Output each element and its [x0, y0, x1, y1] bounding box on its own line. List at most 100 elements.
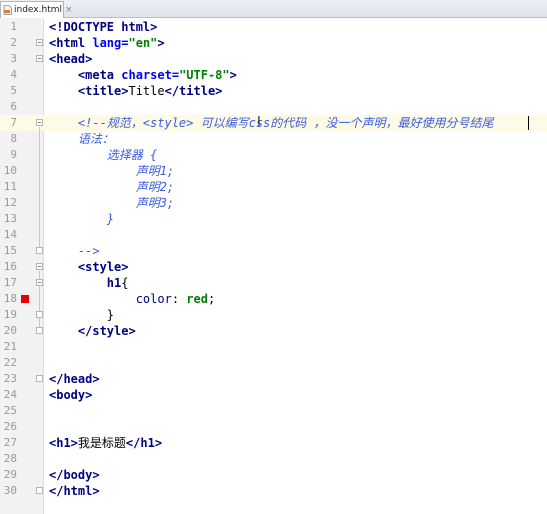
code-line[interactable]: <head> — [49, 51, 92, 67]
fold-toggle-icon[interactable] — [36, 39, 43, 46]
line-number: 13 — [3, 212, 17, 225]
line-number: 15 — [3, 244, 17, 257]
code-token-cmt: 声明2; — [135, 180, 175, 194]
line-number: 19 — [3, 308, 17, 321]
code-token-cmt: } — [106, 212, 115, 226]
tab-index-html[interactable]: index.html × — [0, 1, 73, 18]
line-number: 12 — [3, 196, 17, 209]
fold-toggle-icon[interactable] — [36, 119, 43, 126]
code-line[interactable]: h1{ — [49, 275, 129, 291]
code-line[interactable]: } — [49, 307, 114, 323]
code-line[interactable]: <body> — [49, 387, 92, 403]
line-number: 30 — [3, 484, 17, 497]
line-number: 3 — [10, 52, 17, 65]
code-token-plain: 我是标题 — [77, 436, 126, 450]
code-token-tag: </body> — [49, 468, 100, 482]
line-number: 23 — [3, 372, 17, 385]
code-token-plain: ; — [207, 292, 216, 306]
fold-toggle-icon[interactable] — [36, 279, 43, 286]
code-line[interactable]: --> — [49, 243, 100, 259]
code-line[interactable]: </body> — [49, 467, 100, 483]
code-token-val: red — [186, 292, 208, 306]
code-token-attr: lang= — [92, 36, 129, 50]
fold-guide-line — [39, 127, 40, 247]
code-line[interactable]: <meta charset="UTF-8"> — [49, 67, 237, 83]
line-number: 17 — [3, 276, 17, 289]
code-token-cmt: <!--规范，<style> 可以编写css的代码 ，没一个声明，最好使用分号结… — [77, 116, 494, 130]
line-number: 1 — [10, 20, 17, 33]
code-token-tag: > — [157, 36, 165, 50]
fold-toggle-icon[interactable] — [36, 375, 43, 382]
line-number: 28 — [3, 452, 17, 465]
fold-toggle-icon[interactable] — [36, 55, 43, 62]
close-icon[interactable]: × — [65, 5, 73, 15]
code-line[interactable]: </style> — [49, 323, 136, 339]
code-line[interactable]: 语法： — [49, 131, 114, 147]
code-token-tag: > — [229, 68, 237, 82]
code-token-attr: charset= — [121, 68, 180, 82]
code-line[interactable]: </head> — [49, 371, 100, 387]
code-token-tag: <meta — [77, 68, 122, 82]
code-token-tag: </h1> — [125, 436, 163, 450]
html-file-icon — [3, 5, 12, 15]
code-line[interactable]: <title>Title</title> — [49, 83, 223, 99]
code-line[interactable]: 声明3; — [49, 195, 174, 211]
line-number: 2 — [10, 36, 17, 49]
code-token-plain: Title — [128, 84, 165, 98]
fold-toggle-icon[interactable] — [36, 487, 43, 494]
code-line[interactable]: 声明2; — [49, 179, 174, 195]
editor-tab-bar: index.html × — [0, 0, 547, 18]
code-token-tag: </title> — [164, 84, 223, 98]
code-token-tag: html — [121, 20, 151, 34]
code-token-tag: </head> — [49, 372, 100, 386]
code-token-plain: { — [121, 276, 129, 290]
code-token-plain: : — [171, 292, 187, 306]
code-line[interactable]: 选择器 { — [49, 147, 157, 163]
fold-toggle-icon[interactable] — [36, 327, 43, 334]
code-line[interactable]: color: red; — [49, 291, 216, 307]
code-line[interactable]: 声明1; — [49, 163, 174, 179]
line-number: 7 — [10, 116, 17, 129]
ibeam-cursor-icon: I — [257, 115, 261, 130]
code-line[interactable]: </html> — [49, 483, 100, 499]
code-line[interactable]: <!--规范，<style> 可以编写css的代码 ，没一个声明，最好使用分号结… — [49, 115, 494, 131]
line-number: 14 — [3, 228, 17, 241]
line-number: 20 — [3, 324, 17, 337]
line-number: 16 — [3, 260, 17, 273]
line-number: 4 — [10, 68, 17, 81]
fold-toggle-icon[interactable] — [36, 263, 43, 270]
code-token-tag: <body> — [49, 388, 93, 402]
code-token-tag: </html> — [49, 484, 100, 498]
breakpoint-marker[interactable] — [21, 295, 29, 303]
code-line[interactable]: <h1>我是标题</h1> — [49, 435, 162, 451]
line-number: 27 — [3, 436, 17, 449]
code-line[interactable]: <html lang="en"> — [49, 35, 165, 51]
code-line[interactable]: <!DOCTYPE html> — [49, 19, 157, 35]
code-token-tag: > — [150, 20, 158, 34]
code-token-cmt: 选择器 { — [106, 148, 158, 162]
code-token-tag: </style> — [77, 324, 136, 338]
line-number: 25 — [3, 404, 17, 417]
fold-toggle-icon[interactable] — [36, 311, 43, 318]
code-line[interactable]: <style> — [49, 259, 129, 275]
code-token-tag: <head> — [49, 52, 93, 66]
code-token-prop: color — [135, 292, 172, 306]
fold-toggle-icon[interactable] — [36, 247, 43, 254]
code-token-cmt: 声明3; — [135, 196, 175, 210]
code-line[interactable]: } — [49, 211, 114, 227]
code-token-cmt: --> — [77, 244, 100, 258]
code-token-cmt: 声明1; — [135, 164, 175, 178]
fold-guide-line — [39, 287, 40, 311]
line-number: 21 — [3, 340, 17, 353]
line-number: 6 — [10, 100, 17, 113]
